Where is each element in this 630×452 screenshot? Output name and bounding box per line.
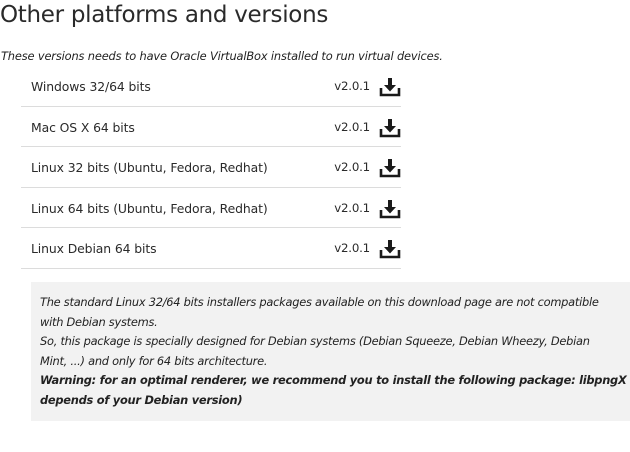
debian-note-box: The standard Linux 32/64 bits installers… <box>31 282 630 421</box>
platform-version: v2.0.1 <box>334 160 370 174</box>
note-text: Mint, ...) and only for 64 bits architec… <box>40 353 268 368</box>
download-mac-button[interactable] <box>379 118 401 138</box>
platform-name: Linux Debian 64 bits <box>31 241 157 256</box>
platform-version: v2.0.1 <box>334 241 370 255</box>
download-linux-64-button[interactable] <box>379 199 401 219</box>
download-debian-button[interactable] <box>379 239 401 259</box>
platform-name: Linux 32 bits (Ubuntu, Fedora, Redhat) <box>31 160 268 175</box>
note-text: with Debian systems. <box>40 314 158 329</box>
platform-list: Windows 32/64 bits v2.0.1 Mac OS X 64 bi… <box>21 66 401 269</box>
platform-name: Mac OS X 64 bits <box>31 119 135 135</box>
download-windows-button[interactable] <box>379 77 401 97</box>
download-icon <box>379 199 401 218</box>
platform-version: v2.0.1 <box>334 119 370 134</box>
page-title: Other platforms and versions <box>0 2 329 28</box>
platform-version: v2.0.1 <box>334 79 370 93</box>
download-icon <box>379 240 401 259</box>
intro-text: These versions needs to have Oracle Virt… <box>1 49 443 63</box>
note-warning-text: depends of your Debian version) <box>40 392 243 407</box>
platform-row-linux-32: Linux 32 bits (Ubuntu, Fedora, Redhat) v… <box>21 147 401 188</box>
platform-row-windows: Windows 32/64 bits v2.0.1 <box>21 66 401 107</box>
download-icon <box>379 118 401 137</box>
download-icon <box>379 159 401 178</box>
platform-row-linux-64: Linux 64 bits (Ubuntu, Fedora, Redhat) v… <box>21 188 401 228</box>
platform-name: Windows 32/64 bits <box>31 79 151 94</box>
platform-row-debian: Linux Debian 64 bits v2.0.1 <box>21 228 401 269</box>
platform-version: v2.0.1 <box>334 200 370 215</box>
note-text: The standard Linux 32/64 bits installers… <box>40 295 599 309</box>
platform-name: Linux 64 bits (Ubuntu, Fedora, Redhat) <box>31 200 268 216</box>
download-icon <box>379 78 401 97</box>
download-linux-32-button[interactable] <box>379 158 401 178</box>
platform-row-mac: Mac OS X 64 bits v2.0.1 <box>21 107 401 147</box>
note-text: So, this package is specially designed f… <box>40 334 590 349</box>
note-warning-text: Warning: for an optimal renderer, we rec… <box>40 373 630 388</box>
